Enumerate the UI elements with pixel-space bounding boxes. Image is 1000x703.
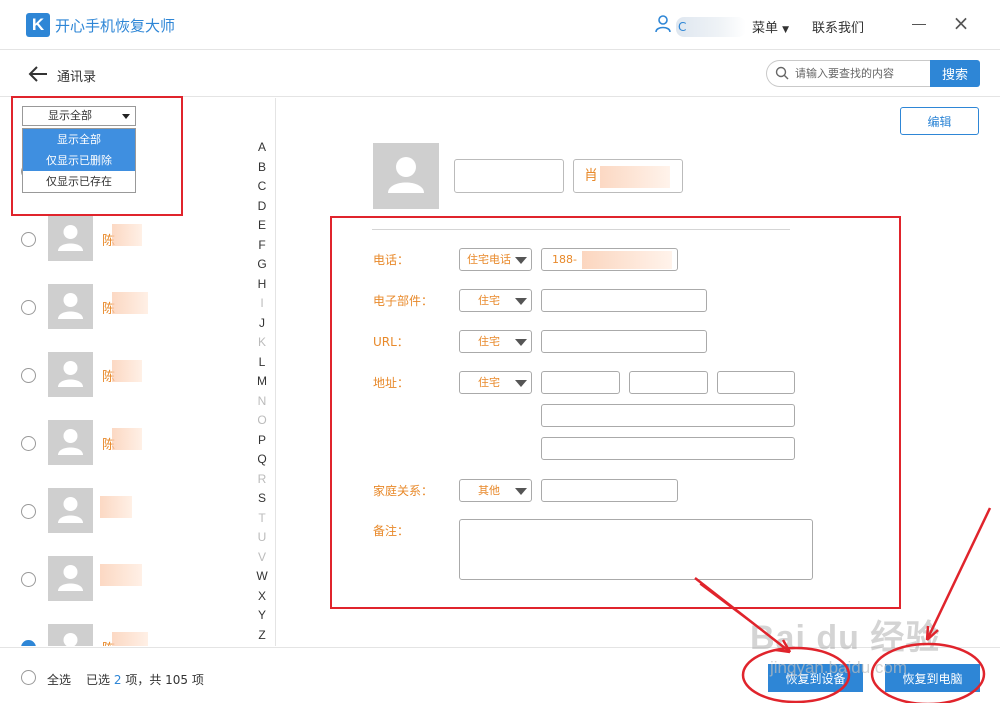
redaction-blur (112, 632, 148, 646)
alphabet-letter[interactable]: R (254, 472, 270, 486)
first-name-text: 肖 (584, 168, 598, 184)
contact-row[interactable]: 陈 (0, 618, 250, 646)
contact-row[interactable]: 陈 (0, 414, 250, 474)
user-icon[interactable] (655, 15, 671, 33)
nav-bar: 通讯录 搜索 (0, 51, 1000, 97)
contact-radio[interactable] (21, 504, 36, 519)
selection-count: 已选 2 项，共 105 项 (86, 671, 204, 688)
alphabet-letter[interactable]: V (254, 550, 270, 564)
select-all-label[interactable]: 全选 (47, 671, 71, 688)
redaction-blur (112, 224, 142, 246)
last-name-field[interactable] (454, 159, 564, 193)
alphabet-letter[interactable]: O (254, 413, 270, 427)
contact-avatar (48, 420, 93, 465)
contact-radio[interactable] (21, 572, 36, 587)
redaction-blur (100, 564, 142, 586)
redaction-blur (112, 292, 148, 314)
contact-radio[interactable] (21, 300, 36, 315)
contact-avatar (48, 624, 93, 646)
person-icon (58, 429, 83, 455)
redaction-blur (100, 496, 132, 518)
alphabet-letter[interactable]: F (254, 238, 270, 252)
contact-row[interactable]: 陈 (0, 346, 250, 406)
contact-row[interactable] (0, 482, 250, 542)
alphabet-letter[interactable]: L (254, 355, 270, 369)
alphabet-letter[interactable]: M (254, 374, 270, 388)
selected-suffix: 项，共 105 项 (125, 673, 204, 687)
selected-prefix: 已选 (86, 673, 111, 687)
alphabet-letter[interactable]: K (254, 335, 270, 349)
menu-button[interactable]: 菜单 ▼ (752, 17, 789, 36)
menu-label: 菜单 (752, 21, 779, 36)
caret-down-icon: ▼ (782, 25, 790, 35)
alphabet-letter[interactable]: J (254, 316, 270, 330)
search-icon (775, 66, 789, 80)
contact-radio[interactable] (21, 640, 36, 646)
contact-radio[interactable] (21, 368, 36, 383)
minimize-icon[interactable] (912, 24, 926, 25)
user-name[interactable]: C (676, 17, 746, 37)
alphabet-letter[interactable]: I (254, 296, 270, 310)
alphabet-letter[interactable]: U (254, 530, 270, 544)
person-icon (58, 361, 83, 387)
contact-avatar (48, 556, 93, 601)
alphabet-letter[interactable]: E (254, 218, 270, 232)
title-bar: K 开心手机恢复大师 C 菜单 ▼ 联系我们 × (0, 0, 1000, 50)
select-all-radio[interactable] (21, 670, 36, 685)
alphabet-letter[interactable]: G (254, 257, 270, 271)
selected-count: 2 (113, 673, 122, 687)
contact-avatar (48, 284, 93, 329)
app-title: 开心手机恢复大师 (55, 17, 176, 35)
alphabet-letter[interactable]: Y (254, 608, 270, 622)
contact-avatar (48, 352, 93, 397)
search-box (766, 60, 932, 87)
alphabet-letter[interactable]: H (254, 277, 270, 291)
alphabet-letter[interactable]: T (254, 511, 270, 525)
page-title: 通讯录 (57, 70, 97, 85)
contact-avatar (48, 216, 93, 261)
annotation-box-filter (11, 96, 183, 216)
person-icon (58, 225, 83, 251)
contact-us-link[interactable]: 联系我们 (812, 17, 864, 36)
search-button[interactable]: 搜索 (930, 60, 980, 87)
person-icon (58, 497, 83, 523)
contact-avatar (48, 488, 93, 533)
alphabet-letter[interactable]: W (254, 569, 270, 583)
back-arrow-icon[interactable] (28, 65, 48, 83)
alphabet-letter[interactable]: D (254, 199, 270, 213)
alphabet-letter[interactable]: P (254, 433, 270, 447)
search-input[interactable] (795, 64, 927, 83)
alphabet-letter[interactable]: N (254, 394, 270, 408)
annotation-box-detail (330, 216, 901, 609)
contact-row[interactable]: 陈 (0, 278, 250, 338)
contact-radio[interactable] (21, 232, 36, 247)
redaction-blur (112, 360, 142, 382)
contact-row[interactable] (0, 550, 250, 610)
person-icon (388, 157, 424, 193)
edit-button[interactable]: 编辑 (900, 107, 979, 135)
contact-row[interactable]: 陈 (0, 210, 250, 270)
app-logo-icon: K (26, 13, 50, 37)
alphabet-letter[interactable]: Q (254, 452, 270, 466)
alphabet-letter[interactable]: S (254, 491, 270, 505)
redaction-blur (600, 166, 670, 188)
contact-avatar (373, 143, 439, 209)
redaction-blur (112, 428, 142, 450)
alphabet-letter[interactable]: A (254, 140, 270, 154)
close-icon[interactable]: × (952, 13, 970, 33)
contact-radio[interactable] (21, 436, 36, 451)
person-icon (58, 565, 83, 591)
alphabet-letter[interactable]: B (254, 160, 270, 174)
first-name-field[interactable]: 肖 (573, 159, 683, 193)
person-icon (58, 293, 83, 319)
watermark-logo: Bai du 经验 (750, 619, 941, 657)
alphabet-letter[interactable]: Z (254, 628, 270, 642)
watermark-url: jingyan.baidu.com (770, 658, 908, 677)
person-icon (63, 633, 78, 646)
alphabet-letter[interactable]: X (254, 589, 270, 603)
alphabet-letter[interactable]: C (254, 179, 270, 193)
